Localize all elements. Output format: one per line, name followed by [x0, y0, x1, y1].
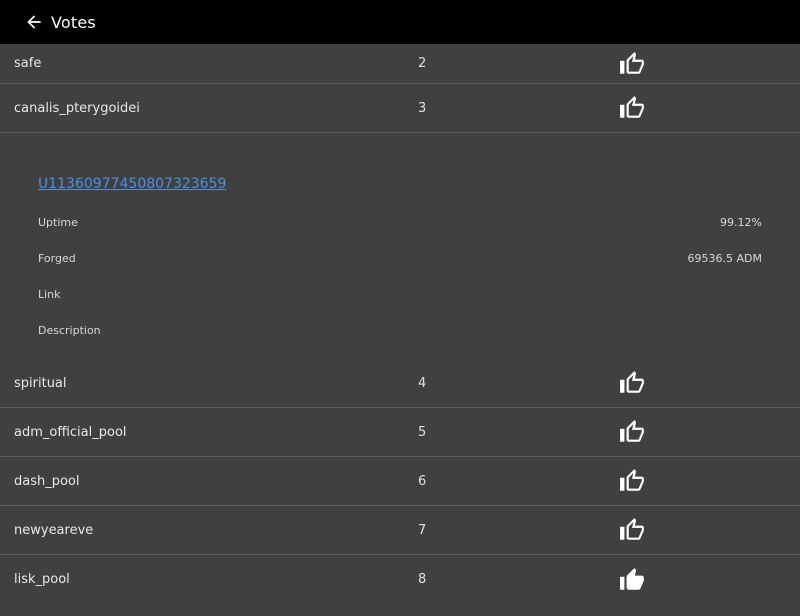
vote-button[interactable] — [619, 517, 645, 543]
delegate-name: dash_pool — [14, 473, 80, 489]
thumb-up-filled-icon — [620, 567, 644, 590]
delegate-row[interactable]: adm_official_pool 5 — [0, 408, 800, 457]
delegate-name: safe — [14, 56, 42, 71]
delegate-rank: 4 — [418, 375, 427, 391]
delegate-details: U11360977450807323659 Uptime 99.12% Forg… — [0, 133, 800, 359]
app-bar: Votes — [0, 0, 800, 44]
delegates-list[interactable]: safe 2 canalis_pterygoidei 3 U1136097745… — [0, 44, 800, 616]
thumb-up-outline-icon — [620, 518, 644, 540]
back-button[interactable] — [14, 5, 54, 39]
detail-value: 69536.5 ADM — [687, 252, 762, 265]
delegate-name: adm_official_pool — [14, 424, 127, 440]
detail-label: Link — [38, 288, 61, 301]
detail-link: Link — [38, 288, 762, 306]
thumb-up-outline-icon — [620, 371, 644, 393]
delegate-row[interactable]: dash_pool 6 — [0, 457, 800, 506]
detail-label: Uptime — [38, 216, 78, 229]
delegate-rank: 2 — [418, 56, 427, 71]
delegate-name: newyeareve — [14, 522, 94, 538]
delegate-rank: 5 — [418, 424, 427, 440]
detail-uptime: Uptime 99.12% — [38, 216, 762, 234]
vote-button[interactable] — [619, 468, 645, 494]
thumb-up-outline-icon — [620, 96, 644, 118]
detail-value: 99.12% — [720, 216, 762, 229]
detail-description: Description — [38, 324, 762, 342]
delegate-rank: 7 — [418, 522, 427, 538]
vote-button[interactable] — [619, 51, 645, 77]
arrow-left-icon — [27, 15, 41, 29]
delegate-row[interactable]: lisk_pool 8 — [0, 555, 800, 604]
delegate-address-link[interactable]: U11360977450807323659 — [38, 176, 226, 192]
delegate-rank: 3 — [418, 100, 427, 116]
vote-button[interactable] — [619, 419, 645, 445]
detail-forged: Forged 69536.5 ADM — [38, 252, 762, 270]
detail-label: Forged — [38, 252, 76, 265]
delegate-row[interactable]: spiritual 4 — [0, 359, 800, 408]
vote-button[interactable] — [619, 370, 645, 396]
detail-label: Description — [38, 324, 101, 337]
delegate-name: canalis_pterygoidei — [14, 100, 140, 116]
delegate-name: spiritual — [14, 375, 67, 391]
delegate-rank: 8 — [418, 572, 427, 587]
thumb-up-outline-icon — [620, 51, 644, 74]
page-title: Votes — [51, 12, 96, 32]
delegate-rank: 6 — [418, 473, 427, 489]
delegate-name: lisk_pool — [14, 572, 70, 587]
delegate-row[interactable]: canalis_pterygoidei 3 — [0, 84, 800, 133]
vote-button[interactable] — [619, 567, 645, 593]
delegate-row[interactable]: safe 2 — [0, 44, 800, 84]
thumb-up-outline-icon — [620, 469, 644, 491]
delegate-row[interactable]: newyeareve 7 — [0, 506, 800, 555]
thumb-up-outline-icon — [620, 420, 644, 442]
vote-button[interactable] — [619, 95, 645, 121]
